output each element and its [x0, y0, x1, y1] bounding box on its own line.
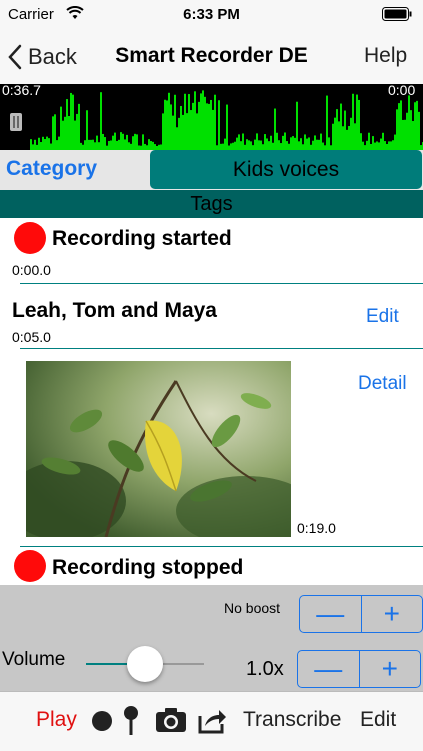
- record-icon[interactable]: [91, 710, 113, 737]
- tags-label: Tags: [190, 192, 233, 215]
- page-title: Smart Recorder DE: [115, 44, 308, 67]
- speed-decrease-button[interactable]: —: [298, 651, 360, 687]
- category-value-label: Kids voices: [232, 157, 340, 181]
- edit-button[interactable]: Edit: [360, 708, 396, 732]
- item-title: Leah, Tom and Maya: [12, 299, 217, 322]
- photo-thumbnail[interactable]: [26, 361, 291, 537]
- photo-time: 0:19.0: [297, 520, 336, 536]
- remaining-time: 0:00: [388, 82, 416, 98]
- speed-stepper: — +: [297, 650, 421, 688]
- battery-icon: [382, 7, 412, 21]
- item-title: Recording stopped: [52, 556, 244, 579]
- volume-label: Volume: [2, 649, 66, 670]
- boost-increase-button[interactable]: +: [362, 596, 423, 632]
- boost-stepper: — +: [299, 595, 423, 633]
- play-button[interactable]: Play: [36, 708, 77, 732]
- category-button[interactable]: Category: [6, 157, 97, 181]
- divider: [20, 283, 423, 284]
- divider: [20, 546, 423, 547]
- boost-decrease-button[interactable]: —: [300, 596, 362, 632]
- volume-slider-thumb[interactable]: [127, 646, 163, 682]
- item-time: 0:00.0: [12, 262, 51, 278]
- speed-increase-button[interactable]: +: [360, 651, 421, 687]
- detail-button[interactable]: Detail: [358, 373, 407, 395]
- share-icon[interactable]: [197, 706, 227, 739]
- record-marker-icon: [14, 550, 46, 582]
- clock: 6:33 PM: [183, 6, 240, 23]
- waveform[interactable]: [0, 84, 423, 150]
- playhead-handle[interactable]: [10, 113, 22, 131]
- edit-tag-button[interactable]: Edit: [366, 306, 399, 328]
- microphone-icon[interactable]: [122, 706, 140, 741]
- transcribe-button[interactable]: Transcribe: [243, 708, 341, 732]
- tags-button[interactable]: Tags: [0, 190, 423, 218]
- boost-label: No boost: [224, 600, 281, 616]
- category-value[interactable]: Kids voices: [150, 150, 422, 189]
- help-button[interactable]: Help: [364, 44, 407, 68]
- elapsed-time: 0:36.7: [2, 82, 41, 98]
- speed-value: 1.0x: [246, 658, 284, 680]
- item-title: Recording started: [52, 227, 232, 250]
- item-time: 0:05.0: [12, 329, 51, 345]
- camera-icon[interactable]: [155, 707, 187, 738]
- record-marker-icon: [14, 222, 46, 254]
- divider: [20, 348, 423, 349]
